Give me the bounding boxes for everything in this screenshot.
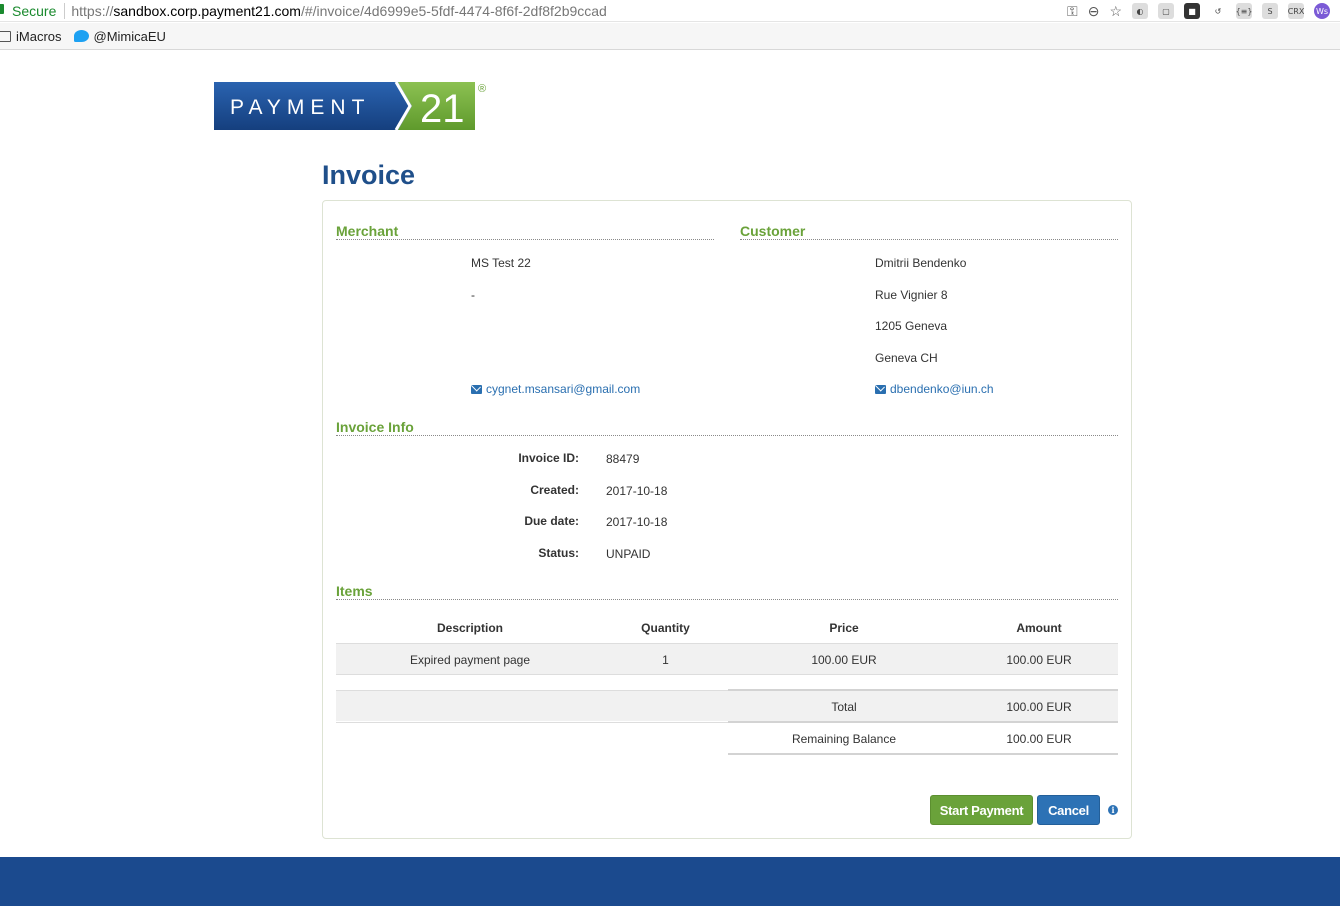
secure-label: Secure <box>12 2 57 19</box>
due-date-value: 2017-10-18 <box>606 515 668 529</box>
created-value: 2017-10-18 <box>606 484 668 498</box>
twitter-bird-icon <box>73 30 89 42</box>
table-row-divider <box>336 674 1118 675</box>
envelope-icon <box>471 384 482 394</box>
key-icon[interactable]: ⚿ <box>1067 3 1078 20</box>
logo-registered: ® <box>478 83 486 95</box>
item-quantity: 1 <box>662 653 669 667</box>
extension-icon-3[interactable]: ■ <box>1184 3 1200 19</box>
toolbar-icons: ⚿ ⊖ ☆ ◐ ▢ ■ ↺ {≡} S CRX Ws <box>1067 0 1340 22</box>
url-path: /#/invoice/4d6999e5-5fdf-4474-8f6f-2df8f… <box>300 2 607 19</box>
column-header-amount: Amount <box>1016 621 1062 635</box>
merchant-email: cygnet.msansari@gmail.com <box>486 382 641 396</box>
merchant-email-link[interactable]: cygnet.msansari@gmail.com <box>471 382 640 396</box>
page-title: Invoice <box>322 160 416 190</box>
zoom-icon[interactable]: ⊖ <box>1088 3 1100 20</box>
url-protocol: https:// <box>71 2 114 19</box>
invoice-id-value: 88479 <box>606 452 640 466</box>
remaining-balance-label: Remaining Balance <box>791 732 897 746</box>
bookmark-imacros[interactable]: iMacros <box>0 29 62 44</box>
bookmark-label: iMacros <box>16 28 62 44</box>
due-date-label: Due date: <box>524 514 579 528</box>
page-footer <box>0 857 1340 906</box>
extension-icon-1[interactable]: ◐ <box>1132 3 1148 19</box>
merchant-address: - <box>471 288 475 302</box>
payment21-logo: PAYMENT 21 ® <box>214 81 490 131</box>
merchant-heading: Merchant <box>336 223 714 240</box>
customer-heading: Customer <box>740 223 1118 240</box>
star-icon[interactable]: ☆ <box>1109 3 1122 20</box>
balance-row-divider <box>728 753 1118 755</box>
cancel-button[interactable]: Cancel <box>1037 795 1100 825</box>
customer-email-link[interactable]: dbendenko@iun.ch <box>875 382 994 396</box>
url-host: sandbox.corp.payment21.com <box>113 2 301 19</box>
column-header-description: Description <box>436 621 503 635</box>
crx-extension-icon[interactable]: CRX <box>1288 3 1304 19</box>
total-value: 100.00 EUR <box>1006 700 1072 714</box>
url-separator <box>64 2 66 19</box>
item-price: 100.00 EUR <box>811 653 877 667</box>
invoice-panel: Merchant MS Test 22 - cygnet.msansari@gm… <box>322 200 1132 839</box>
logo-number: 21 <box>420 87 465 130</box>
start-payment-button[interactable]: Start Payment <box>930 795 1033 825</box>
json-extension-icon[interactable]: {≡} <box>1236 3 1252 19</box>
item-amount: 100.00 EUR <box>1006 653 1072 667</box>
column-header-quantity: Quantity <box>641 621 690 635</box>
lock-icon <box>0 4 4 14</box>
created-label: Created: <box>530 483 579 497</box>
customer-street: Rue Vignier 8 <box>875 288 948 302</box>
invoice-info-heading: Invoice Info <box>336 419 1118 436</box>
bookmark-mimicaeu[interactable]: @MimicaEU <box>73 28 166 44</box>
logo-word: PAYMENT <box>230 96 370 119</box>
bookmark-label: @MimicaEU <box>93 28 166 44</box>
item-description: Expired payment page <box>409 653 531 667</box>
column-header-price: Price <box>829 621 859 635</box>
items-heading: Items <box>336 583 1118 600</box>
customer-name: Dmitrii Bendenko <box>875 256 967 270</box>
s-extension-icon[interactable]: S <box>1262 3 1278 19</box>
customer-email: dbendenko@iun.ch <box>890 382 994 396</box>
ws-extension-icon[interactable]: Ws <box>1314 3 1330 19</box>
total-row-divider <box>336 722 728 723</box>
merchant-name: MS Test 22 <box>471 256 531 270</box>
remaining-balance-value: 100.00 EUR <box>1006 732 1072 746</box>
envelope-icon <box>875 384 886 394</box>
customer-city: 1205 Geneva <box>875 319 948 333</box>
history-icon[interactable]: ↺ <box>1210 3 1226 19</box>
status-value: UNPAID <box>606 547 651 561</box>
status-label: Status: <box>538 546 579 560</box>
info-icon[interactable]: i <box>1108 805 1118 815</box>
browser-address-bar[interactable]: Secure https:// sandbox.corp.payment21.c… <box>0 0 1340 22</box>
invoice-id-label: Invoice ID: <box>518 451 579 465</box>
extension-icon-2[interactable]: ▢ <box>1158 3 1174 19</box>
bookmarks-bar: iMacros @MimicaEU <box>0 23 1340 50</box>
customer-country: Geneva CH <box>875 351 938 365</box>
folder-icon <box>0 30 11 42</box>
total-row-divider-right <box>728 721 1118 723</box>
total-label: Total <box>831 700 857 714</box>
